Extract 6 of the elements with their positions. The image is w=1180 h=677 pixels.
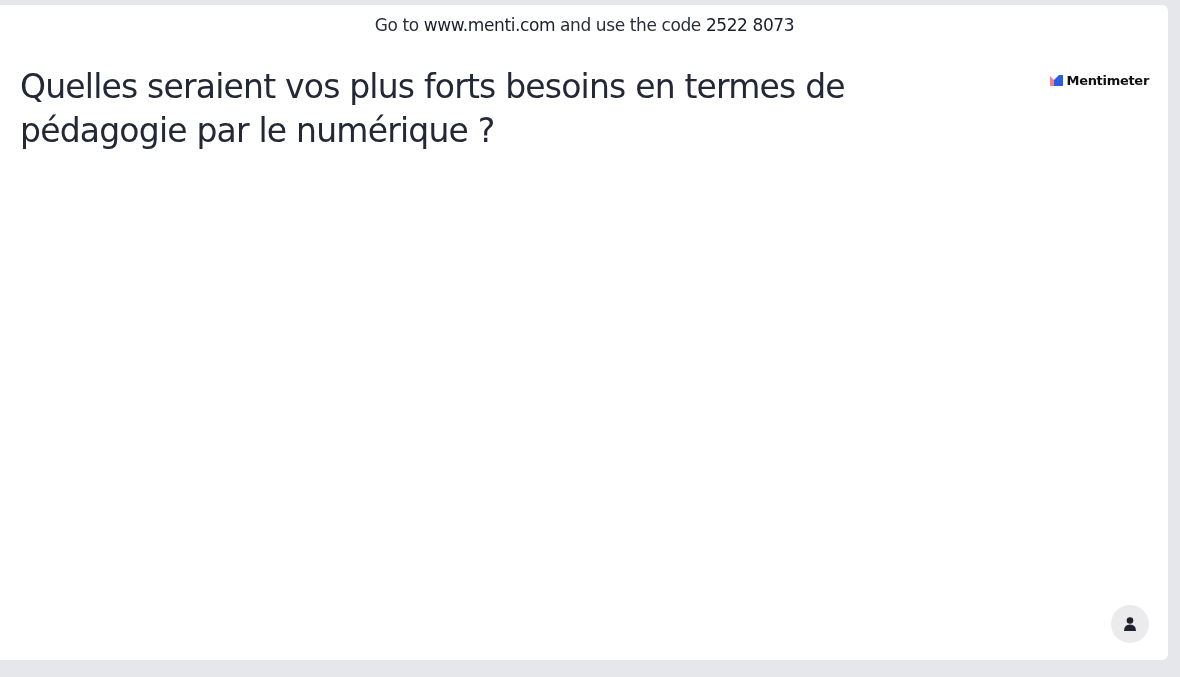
- question-title: Quelles seraient vos plus forts besoins en termes de pédagogie par le numérique ?: [20, 66, 846, 152]
- participants-button[interactable]: [1111, 605, 1149, 643]
- brand-name: Mentimeter: [1066, 73, 1149, 88]
- person-icon: [1124, 617, 1136, 631]
- logo-icon: [1049, 75, 1063, 86]
- join-instructions: Go to www.menti.com and use the code 2522 8073: [373, 15, 796, 35]
